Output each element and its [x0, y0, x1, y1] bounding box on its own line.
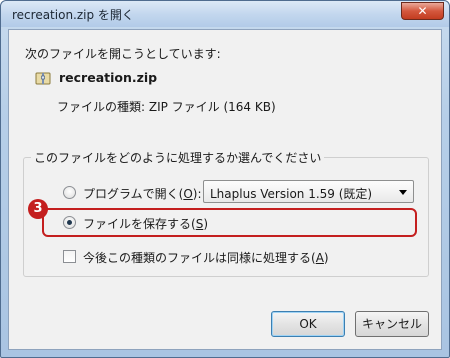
- always-do-this-label[interactable]: 今後この種類のファイルは同様に処理する(A): [83, 249, 329, 266]
- file-type-info: ファイルの種類: ZIP ファイル (164 KB): [57, 100, 276, 114]
- intro-text: 次のファイルを開こうとしています:: [25, 47, 221, 61]
- open-with-accel: O: [183, 187, 193, 201]
- window-title: recreation.zip を開く: [12, 8, 134, 22]
- program-select[interactable]: Lhaplus Version 1.59 (既定): [203, 180, 414, 203]
- cancel-button[interactable]: キャンセル: [355, 311, 429, 337]
- action-group-legend: このファイルをどのように処理するか選んでください: [31, 149, 325, 166]
- always-do-this-text: 今後この種類のファイルは同様に処理する(: [83, 251, 316, 265]
- always-do-this-suffix: ): [323, 251, 329, 265]
- save-file-text: ファイルを保存する(: [83, 217, 196, 231]
- close-icon: ✕: [417, 4, 428, 18]
- open-with-text: プログラムで開く(: [83, 187, 184, 201]
- zip-file-icon: [35, 72, 51, 85]
- save-file-radio[interactable]: [63, 216, 76, 229]
- open-with-suffix: ):: [192, 187, 202, 201]
- open-with-label[interactable]: プログラムで開く(O):: [83, 185, 202, 202]
- open-with-radio[interactable]: [63, 186, 76, 199]
- always-do-this-checkbox[interactable]: [63, 250, 76, 263]
- title-bar[interactable]: recreation.zip を開く ✕: [1, 1, 449, 27]
- save-file-suffix: ): [203, 217, 208, 231]
- step-badge: 3: [28, 199, 48, 219]
- always-do-this-accel: A: [315, 251, 324, 265]
- ok-button[interactable]: OK: [271, 311, 345, 337]
- dialog-body: 次のファイルを開こうとしています: recreation.zip ファイルの種類…: [8, 29, 442, 350]
- file-name: recreation.zip: [59, 70, 158, 85]
- program-select-value: Lhaplus Version 1.59 (既定): [210, 187, 373, 201]
- close-button[interactable]: ✕: [401, 2, 444, 20]
- save-file-label[interactable]: ファイルを保存する(S): [83, 215, 208, 232]
- open-file-dialog: recreation.zip を開く ✕ 次のファイルを開こうとしています: r…: [0, 0, 450, 358]
- chevron-down-icon: [399, 190, 407, 195]
